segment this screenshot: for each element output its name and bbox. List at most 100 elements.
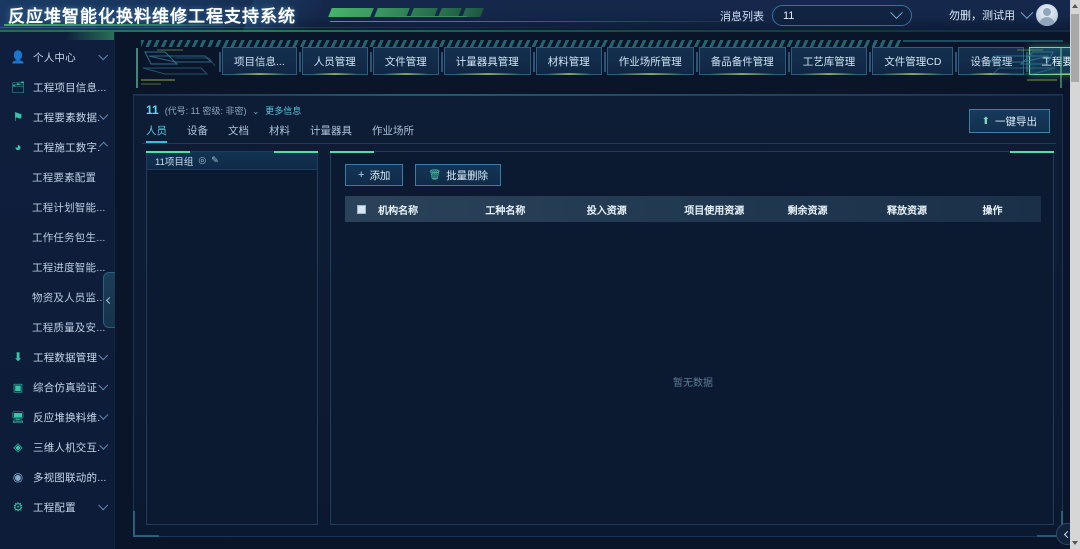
sidebar-item-3d-interaction[interactable]: ◈ 三维人机交互...	[0, 432, 114, 462]
chevron-down-icon	[98, 349, 109, 360]
chevron-down-icon	[98, 410, 109, 420]
trash-icon: 🗑	[428, 169, 442, 181]
tab-worksite-management[interactable]: 作业场所管理	[603, 47, 694, 75]
sidebar-item-reactor-refuel[interactable]: 🖥 反应堆换料维...	[0, 402, 114, 432]
bottom-shade	[230, 535, 1080, 549]
sidebar-subitem-label: 工程要素配置	[32, 171, 97, 184]
project-header: 11 (代号: 11 密级: 非密) ⌄ 更多信息	[146, 103, 301, 117]
tab-file-management[interactable]: 文件管理	[369, 47, 439, 75]
subtab-personnel[interactable]: 人员	[146, 123, 167, 143]
sidebar-item-multiview-linkage[interactable]: ◉ 多视图联动的...	[0, 462, 114, 492]
tree-panel-accent-left	[146, 151, 190, 153]
sidebar-item-personal-center[interactable]: 👤 个人中心	[0, 42, 114, 72]
select-all-cell[interactable]	[345, 204, 378, 214]
subtab-worksite[interactable]: 作业场所	[372, 123, 414, 143]
table-header-row: 机构名称 工种名称 投入资源 项目使用资源 剩余资源 释放资源 操作	[345, 196, 1041, 222]
tab-material-management[interactable]: 材料管理	[532, 47, 602, 75]
sidebar-subitem-progress-intelligent[interactable]: 工程进度智能...	[0, 252, 114, 282]
tree-panel-accent-right	[274, 151, 318, 153]
sidebar-subitem-task-package[interactable]: 工作任务包生...	[0, 222, 114, 252]
chevron-down-icon	[98, 440, 109, 450]
sidebar-item-engineering-config[interactable]: ⚙ 工程配置	[0, 492, 114, 522]
subtab-measuring-instrument[interactable]: 计量器具	[310, 123, 352, 143]
export-button-label: 一键导出	[995, 115, 1037, 128]
add-button[interactable]: + 添加	[345, 164, 404, 186]
sub-tab-divider	[142, 143, 1056, 144]
app-title: 反应堆智能化换料维修工程支持系统	[8, 7, 296, 27]
header-underline-secondary	[0, 27, 648, 28]
tab-label: 材料管理	[547, 55, 590, 68]
scrollbar-up-button[interactable]	[1070, 0, 1080, 12]
sidebar-collapse-handle[interactable]	[103, 272, 115, 328]
export-button[interactable]: ⬆ 一键导出	[968, 109, 1050, 133]
tab-file-management-cd[interactable]: 文件管理CD	[869, 47, 954, 75]
tab-list: chevron-left-icon 项目信息... 人员管理 文件管理 计量器具…	[211, 47, 1080, 75]
sidebar-subitem-material-personnel[interactable]: 物资及人员监...	[0, 282, 114, 312]
sidebar-item-label: 工程要素数据...	[33, 111, 100, 124]
subtab-document[interactable]: 文档	[228, 123, 249, 143]
column-header-released: 释放资源	[886, 205, 927, 217]
tab-project-info[interactable]: 项目信息...	[219, 47, 297, 75]
sidebar-item-construction-digital[interactable]: ◕ 工程施工数字...	[0, 132, 114, 162]
sidebar-item-element-data[interactable]: ⚑ 工程要素数据...	[0, 102, 114, 132]
tab-bar-hatch-decoration	[141, 40, 901, 47]
sidebar-item-label: 多视图联动的...	[33, 471, 106, 484]
table-empty-state: 暂无数据	[673, 378, 713, 389]
avatar[interactable]	[1036, 4, 1058, 26]
id-card-icon: 🗂	[11, 81, 25, 94]
sidebar-item-data-management[interactable]: ⬇ 工程数据管理	[0, 342, 114, 372]
column-header-org-name: 机构名称	[378, 205, 419, 217]
message-list-label: 消息列表	[720, 10, 764, 23]
subtab-material[interactable]: 材料	[269, 123, 290, 143]
scrollbar-thumb[interactable]	[1071, 14, 1079, 82]
user-name-label: 勿删，测试用	[949, 10, 1015, 22]
more-info-link[interactable]: 更多信息	[265, 104, 301, 117]
sidebar-subitem-plan-intelligent[interactable]: 工程计划智能...	[0, 192, 114, 222]
app-header: 反应堆智能化换料维修工程支持系统 消息列表 11 勿删，测试用	[0, 0, 1080, 32]
user-menu[interactable]: 勿删，测试用	[949, 4, 1058, 26]
sidebar-submenu: 工程要素配置 工程计划智能... 工作任务包生... 工程进度智能... 物资及…	[0, 162, 114, 342]
tab-label: 工艺库管理	[802, 55, 856, 68]
chevron-down-icon	[98, 49, 109, 60]
subtab-label: 人员	[146, 125, 167, 137]
resource-table: 机构名称 工种名称 投入资源 项目使用资源 剩余资源 释放资源 操作 暂无数据	[345, 196, 1041, 389]
chevron-left-icon	[105, 296, 114, 304]
checkbox-icon[interactable]	[357, 204, 367, 214]
gear-icon: ⚙	[12, 500, 24, 514]
column-header-input-resource: 投入资源	[586, 205, 627, 217]
message-list-value: 11	[783, 9, 795, 22]
table-panel-accent-left	[330, 151, 374, 153]
sidebar-item-label: 三维人机交互...	[33, 441, 100, 454]
subtab-label: 材料	[269, 125, 290, 137]
tab-label: 文件管理CD	[884, 55, 942, 68]
chevron-down-icon	[98, 499, 109, 510]
table-panel-accent-right	[1010, 151, 1054, 153]
tree-root-row[interactable]: 11项目组 ◎ ✎	[147, 152, 317, 170]
column-header-job-type: 工种名称	[485, 205, 526, 217]
eye-icon: ◉	[12, 470, 24, 484]
page-scrollbar[interactable]	[1070, 0, 1080, 549]
project-id: 11	[146, 103, 159, 117]
header-bar-decoration	[328, 8, 510, 20]
tab-process-library-management[interactable]: 工艺库管理	[787, 47, 868, 75]
chevron-down-icon	[98, 110, 109, 120]
sidebar-item-label: 反应堆换料维...	[33, 411, 100, 424]
subtab-equipment[interactable]: 设备	[187, 123, 208, 143]
panel-corner-left	[133, 511, 159, 537]
sidebar-subitem-quality-safety[interactable]: 工程质量及安...	[0, 312, 114, 342]
sidebar-item-simulation-verification[interactable]: ▣ 综合仿真验证	[0, 372, 114, 402]
plus-circle-icon[interactable]: ◎	[198, 155, 206, 166]
sidebar-item-project-info[interactable]: 🗂 工程项目信息...	[0, 72, 114, 102]
message-list-select[interactable]: 11	[772, 5, 912, 26]
tab-personnel-management[interactable]: 人员管理	[298, 47, 368, 75]
pencil-icon[interactable]: ✎	[211, 155, 219, 166]
column-header-project-used: 项目使用资源	[684, 205, 745, 217]
message-list-control: 消息列表 11	[720, 5, 912, 26]
cubes-icon: ◈	[13, 440, 23, 454]
tab-spare-parts-management[interactable]: 备品备件管理	[695, 47, 786, 75]
sidebar-subitem-element-config[interactable]: 工程要素配置	[0, 162, 114, 192]
batch-delete-button[interactable]: 🗑 批量删除	[415, 164, 502, 186]
sidebar-subitem-label: 工程进度智能...	[32, 261, 106, 274]
tab-measuring-instrument-management[interactable]: 计量器具管理	[440, 47, 531, 75]
scrollbar-down-button[interactable]	[1070, 537, 1080, 549]
